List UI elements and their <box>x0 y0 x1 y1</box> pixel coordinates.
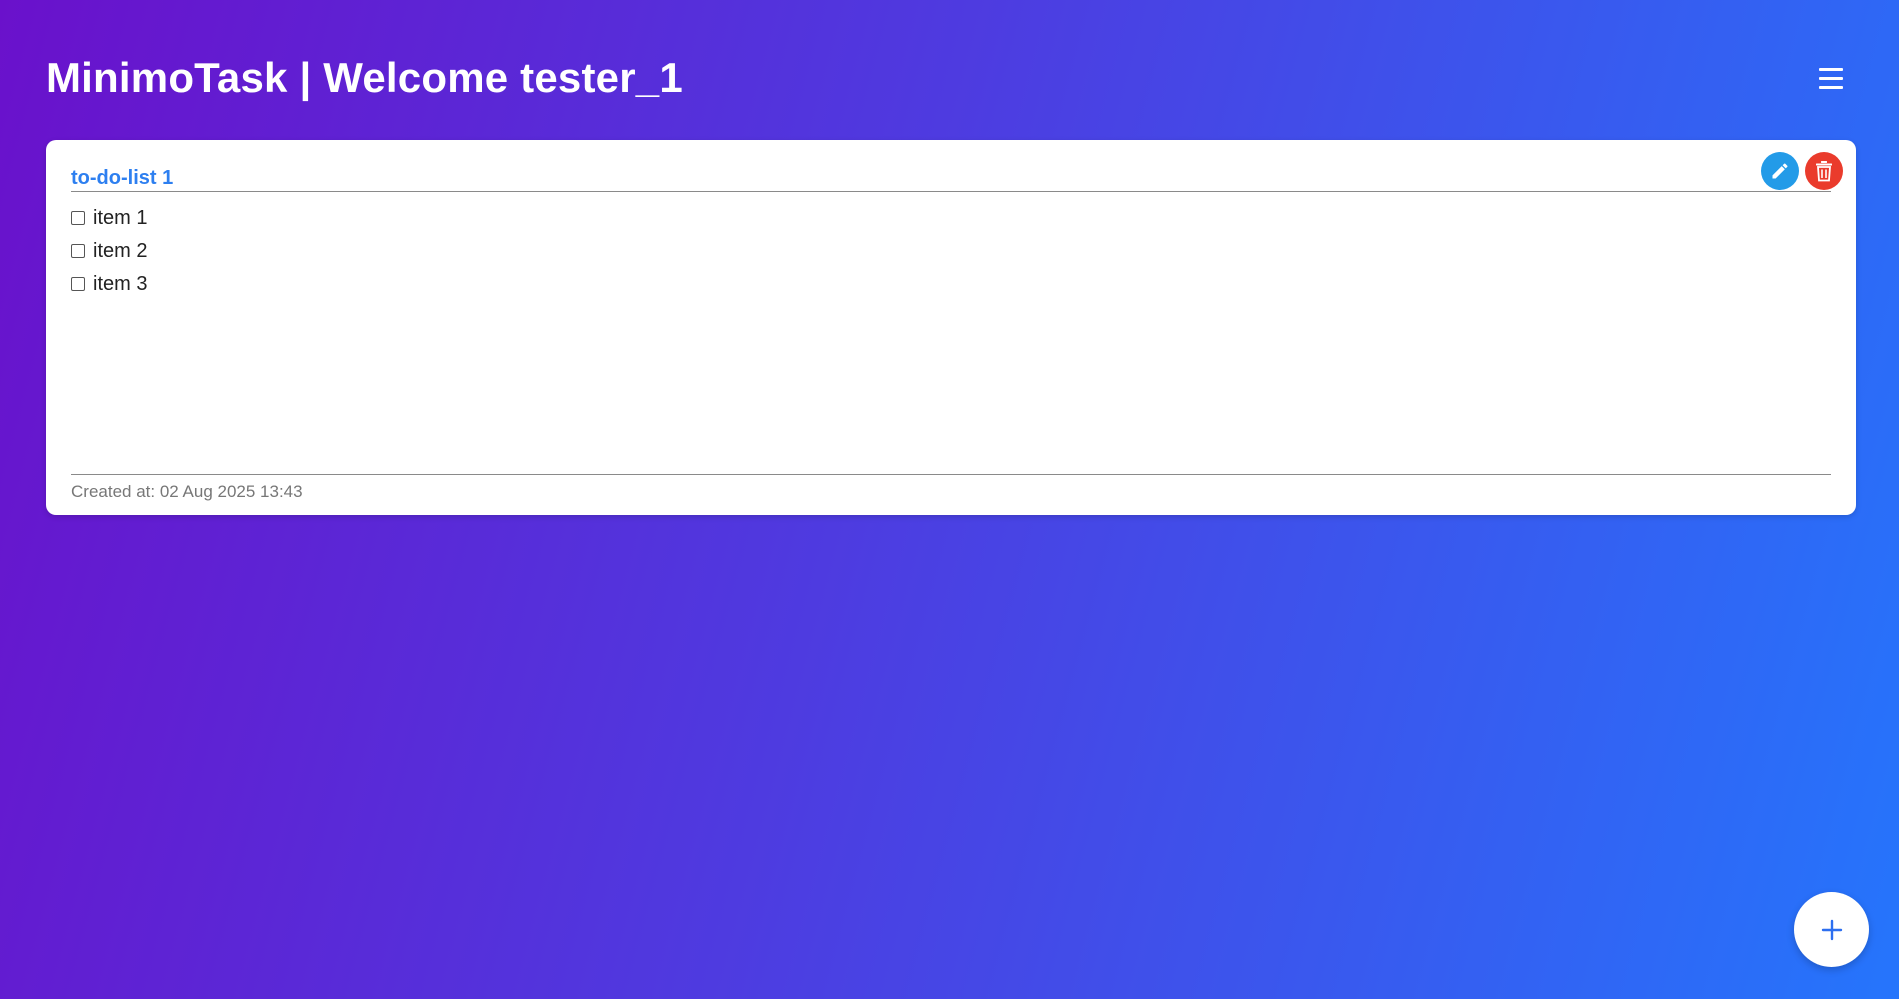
item-checkbox[interactable] <box>71 210 85 225</box>
list-item: item 3 <box>71 268 147 301</box>
delete-button[interactable] <box>1805 152 1843 190</box>
item-label: item 2 <box>93 240 148 262</box>
list-item: item 2 <box>71 235 147 268</box>
hamburger-menu-icon <box>1819 67 1843 71</box>
todo-list-card: to-do-list 1 item 1 item 2 item 3 Create… <box>46 140 1856 515</box>
item-checkbox[interactable] <box>71 243 85 258</box>
plus-icon <box>1821 919 1842 940</box>
item-label: item 1 <box>93 207 148 229</box>
created-at-text: Created at: 02 Aug 2025 13:43 <box>71 482 303 501</box>
card-header: to-do-list 1 <box>71 167 1831 192</box>
todo-list-title[interactable]: to-do-list 1 <box>71 167 173 190</box>
add-list-button[interactable] <box>1794 892 1869 967</box>
app-header: MinimoTask | Welcome tester_1 <box>46 48 1853 108</box>
item-label: item 3 <box>93 273 148 295</box>
item-checkbox[interactable] <box>71 276 85 291</box>
todo-items-list: item 1 item 2 item 3 <box>71 202 147 301</box>
edit-button[interactable] <box>1761 152 1799 190</box>
menu-button[interactable] <box>1809 56 1853 100</box>
page-title: MinimoTask | Welcome tester_1 <box>46 54 683 101</box>
pencil-icon <box>1772 163 1788 179</box>
list-item: item 1 <box>71 202 147 235</box>
card-footer: Created at: 02 Aug 2025 13:43 <box>71 474 1831 502</box>
trash-icon <box>1816 161 1832 182</box>
card-actions <box>1761 152 1843 190</box>
